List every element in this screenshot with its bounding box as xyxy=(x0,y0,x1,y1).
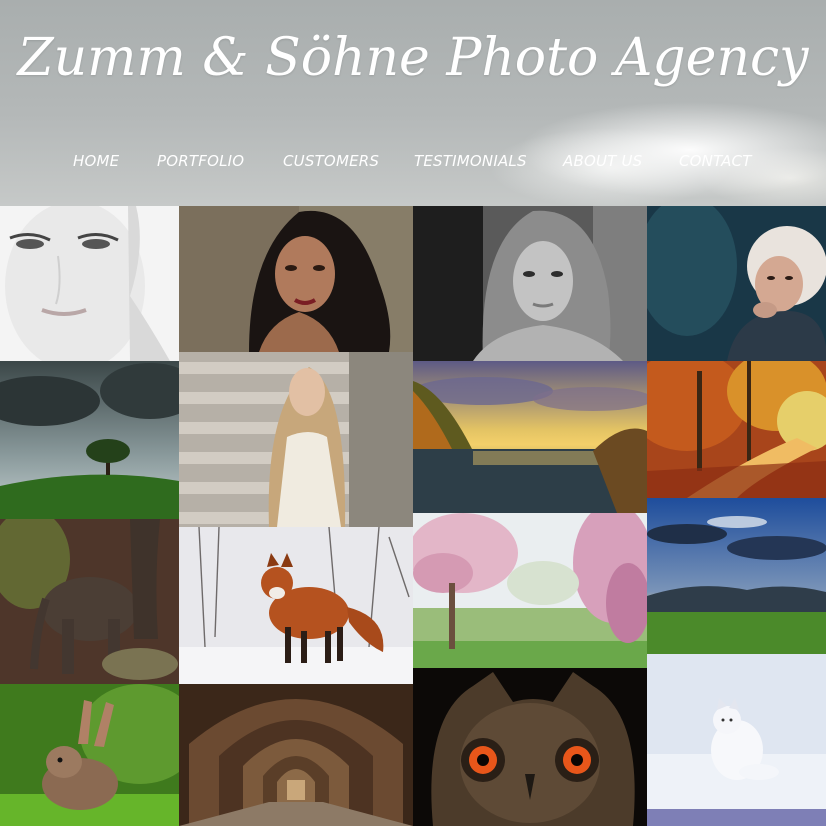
nav-customers[interactable]: CUSTOMERS xyxy=(283,150,379,172)
site-title[interactable]: Zumm & Söhne Photo Agency xyxy=(0,28,826,88)
photo-lone-tree-on-hill-storm[interactable] xyxy=(0,361,179,519)
nav-testimonials[interactable]: TESTIMONIALS xyxy=(414,150,527,172)
photo-lake-sunset-autumn[interactable] xyxy=(413,361,647,513)
photo-owl-orange-eyes[interactable] xyxy=(413,668,647,826)
photo-woman-face-high-key[interactable] xyxy=(0,206,179,361)
photo-arctic-fox-in-snow[interactable] xyxy=(647,654,826,809)
photo-pink-blossom-trees[interactable] xyxy=(413,513,647,668)
nav-about-us[interactable]: ABOUT US xyxy=(563,150,642,172)
photo-blonde-woman-on-steps[interactable] xyxy=(179,352,413,527)
photo-gallery xyxy=(0,206,826,826)
photo-red-fox-in-snow[interactable] xyxy=(179,527,413,684)
photo-partial-sky[interactable] xyxy=(647,809,826,826)
photo-rabbit-in-grass[interactable] xyxy=(0,684,179,826)
photo-dramatic-sky-over-meadow[interactable] xyxy=(647,498,826,654)
photo-woman-black-and-white-portrait[interactable] xyxy=(413,206,647,361)
photo-woman-dark-hair-portrait[interactable] xyxy=(179,206,413,352)
site-header: Zumm & Söhne Photo Agency HOME PORTFOLIO… xyxy=(0,0,826,206)
nav-contact[interactable]: CONTACT xyxy=(679,150,752,172)
nav-home[interactable]: HOME xyxy=(73,150,119,172)
photo-woman-fur-hood-winter[interactable] xyxy=(647,206,826,361)
photo-brick-arch-tunnel[interactable] xyxy=(179,684,413,826)
nav-portfolio[interactable]: PORTFOLIO xyxy=(157,150,244,172)
photo-baby-elephant[interactable] xyxy=(0,519,179,684)
main-nav: HOME PORTFOLIO CUSTOMERS TESTIMONIALS AB… xyxy=(0,150,826,172)
photo-autumn-forest-path[interactable] xyxy=(647,361,826,498)
